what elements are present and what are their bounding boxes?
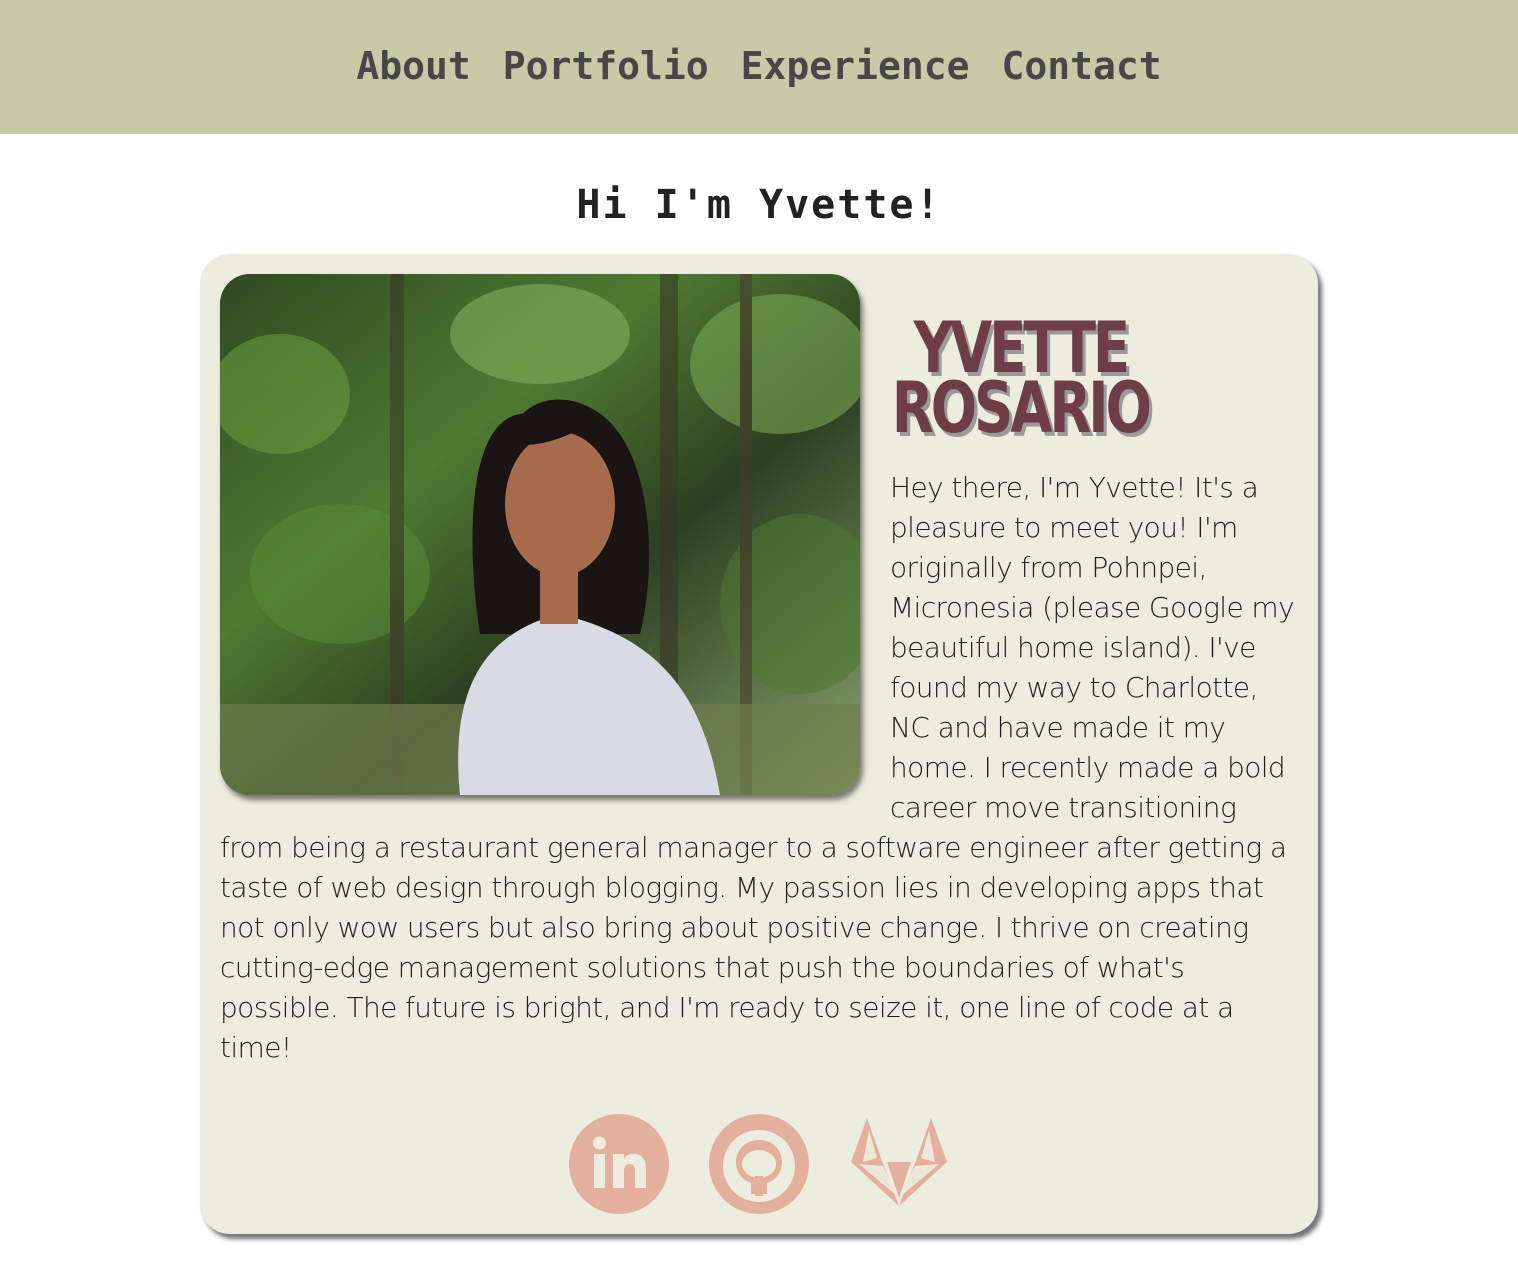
hero-heading: Hi I'm Yvette! [576,182,942,228]
social-links [200,1114,1318,1214]
gitlab-link[interactable] [849,1114,949,1214]
gitlab-icon [851,1118,947,1206]
nav-link-portfolio[interactable]: Portfolio [503,44,709,88]
nav-link-experience[interactable]: Experience [741,44,970,88]
linkedin-icon [569,1114,669,1214]
about-card: Yvette Rosario Hey there, I'm Yvette! It… [200,254,1318,1234]
profile-name: Yvette Rosario [339,274,1180,449]
github-icon [709,1114,809,1214]
profile-last-name: Rosario [891,367,1152,449]
nav-link-about[interactable]: About [356,44,470,88]
nav-link-contact[interactable]: Contact [1001,44,1161,88]
github-link[interactable] [709,1114,809,1214]
top-navbar: About Portfolio Experience Contact [0,0,1518,134]
linkedin-link[interactable] [569,1114,669,1214]
